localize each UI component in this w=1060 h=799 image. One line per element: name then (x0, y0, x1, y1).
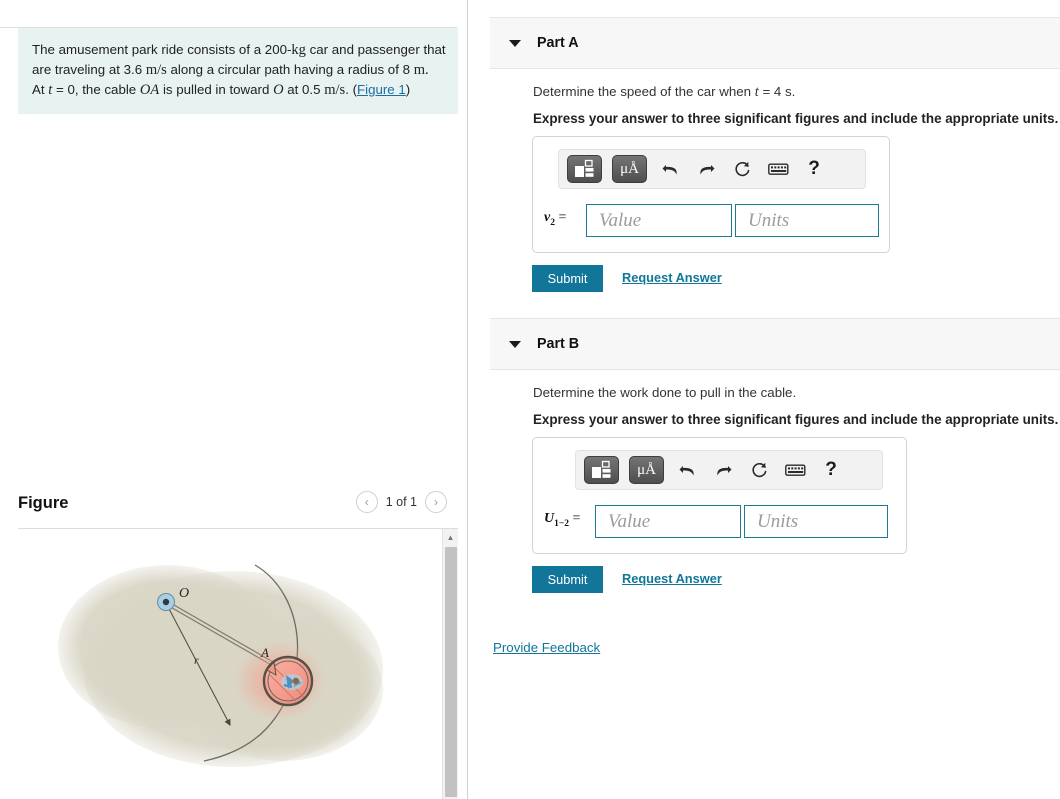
chevron-left-icon: ‹ (364, 495, 369, 509)
part-a-units-input[interactable] (735, 204, 879, 237)
reset-icon[interactable] (729, 156, 755, 182)
figure-pager: ‹ 1 of 1 › (355, 491, 447, 513)
help-icon[interactable]: ? (801, 156, 827, 182)
passenger-figure (281, 674, 303, 690)
problem-line-3: At t = 0, the cable OA is pulled in towa… (32, 80, 444, 100)
problem-line-2: are traveling at 3.6 m/s along a circula… (32, 60, 444, 80)
problem-text-2b: along a circular path having a radius of… (166, 62, 414, 77)
part-b-value-input[interactable] (595, 505, 741, 538)
math-template-button[interactable] (567, 155, 602, 183)
column-divider (467, 0, 468, 799)
redo-icon[interactable] (710, 457, 736, 483)
problem-text-1b: car and passenger that (305, 42, 446, 57)
problem-text-3d: at 0.5 (283, 82, 325, 97)
part-a-question-post: = 4 s. (758, 84, 796, 99)
math-template-icon (574, 159, 593, 177)
problem-text-3a: At (32, 82, 49, 97)
part-b-units-input[interactable] (744, 505, 888, 538)
part-b-label-base: U (544, 511, 555, 526)
problem-text-1a: The amusement park ride consists of a 20… (32, 42, 292, 57)
figure-title: Figure (18, 494, 69, 512)
keyboard-icon[interactable] (765, 156, 791, 182)
units-button[interactable]: μÅ (612, 155, 647, 183)
figure-scrollbar[interactable]: ▲ (442, 529, 458, 799)
ride-diagram: r O A (58, 564, 383, 767)
keyboard-icon[interactable] (782, 457, 808, 483)
problem-text-3c: is pulled in toward (159, 82, 274, 97)
part-a-submit-button[interactable]: Submit (532, 265, 603, 292)
chevron-down-icon[interactable] (509, 340, 521, 348)
unit-kg: kg (291, 42, 306, 58)
redo-icon[interactable] (693, 156, 719, 182)
units-button[interactable]: μÅ (629, 456, 664, 484)
undo-icon[interactable] (657, 156, 683, 182)
part-a-instruction: Express your answer to three significant… (533, 111, 1059, 126)
part-a-answer-label: v2 = (544, 210, 566, 228)
figure-prev-button[interactable]: ‹ (355, 491, 378, 513)
figure-next-button[interactable]: › (425, 491, 447, 513)
triangle-up-icon: ▲ (446, 532, 455, 542)
scrollbar-thumb[interactable] (445, 547, 457, 797)
chevron-right-icon: › (434, 495, 438, 509)
part-b-submit-button[interactable]: Submit (532, 566, 603, 593)
unit-ms-2: m/s (324, 82, 346, 98)
help-icon[interactable]: ? (818, 457, 844, 483)
unit-ms-1: m/s (145, 62, 167, 78)
part-b-answer-label: U1−2 = (544, 511, 580, 529)
part-a-label: Part A (537, 35, 579, 51)
undo-icon[interactable] (674, 457, 700, 483)
figure-counter: 1 of 1 (385, 495, 417, 509)
reset-icon[interactable] (746, 457, 772, 483)
var-oa: OA (139, 82, 160, 98)
problem-text-3e: . ( (345, 82, 358, 97)
scroll-up-button[interactable]: ▲ (443, 529, 458, 545)
part-a-value-input[interactable] (586, 204, 732, 237)
part-b-header[interactable]: Part B (490, 318, 1060, 370)
part-b-label-eq: = (569, 511, 581, 526)
part-a-label-eq: = (554, 210, 567, 225)
part-b-label: Part B (537, 336, 580, 352)
part-b-question: Determine the work done to pull in the c… (533, 385, 796, 402)
problem-statement: The amusement park ride consists of a 20… (18, 28, 458, 114)
figure-header: Figure ‹ 1 of 1 › (18, 491, 458, 528)
part-a-request-answer-link[interactable]: Request Answer (622, 270, 722, 285)
left-pane: The amusement park ride consists of a 20… (0, 0, 467, 799)
problem-line-1: The amusement park ride consists of a 20… (32, 40, 446, 60)
pivot-center-dot (162, 598, 170, 606)
part-b-answer-box: μÅ ? U1−2 = (532, 437, 907, 554)
provide-feedback-link[interactable]: Provide Feedback (493, 640, 600, 655)
page-root: The amusement park ride consists of a 20… (0, 0, 1060, 799)
label-point-o: O (179, 586, 189, 601)
problem-text-3f: ) (405, 82, 411, 97)
problem-text-3b: = 0, the cable (52, 82, 140, 97)
chevron-down-icon[interactable] (509, 39, 521, 47)
math-template-button[interactable] (584, 456, 619, 484)
part-a-question-pre: Determine the speed of the car when (533, 84, 755, 99)
part-b-question-pre: Determine the work done to pull in the c… (533, 385, 797, 400)
figure-1-link[interactable]: Figure 1 (357, 82, 406, 97)
part-b-math-toolbar: μÅ ? (575, 450, 883, 490)
problem-text-2a: are traveling at 3.6 (32, 62, 146, 77)
math-template-icon (591, 460, 610, 478)
figure-body: r O A ▲ (18, 529, 458, 799)
var-o: O (273, 82, 284, 98)
part-a-header[interactable]: Part A (490, 17, 1060, 69)
label-point-a: A (260, 645, 269, 660)
radius-label: r (194, 653, 199, 667)
part-a-question: Determine the speed of the car when t = … (533, 84, 795, 101)
part-a-answer-box: μÅ ? v2 = (532, 136, 890, 253)
part-b-request-answer-link[interactable]: Request Answer (622, 571, 722, 586)
unit-m: m. (413, 62, 429, 78)
right-pane: Part A Determine the speed of the car wh… (476, 0, 1060, 799)
part-b-label-sub: 1−2 (554, 518, 570, 529)
part-a-math-toolbar: μÅ ? (558, 149, 866, 189)
part-b-instruction: Express your answer to three significant… (533, 412, 1059, 427)
